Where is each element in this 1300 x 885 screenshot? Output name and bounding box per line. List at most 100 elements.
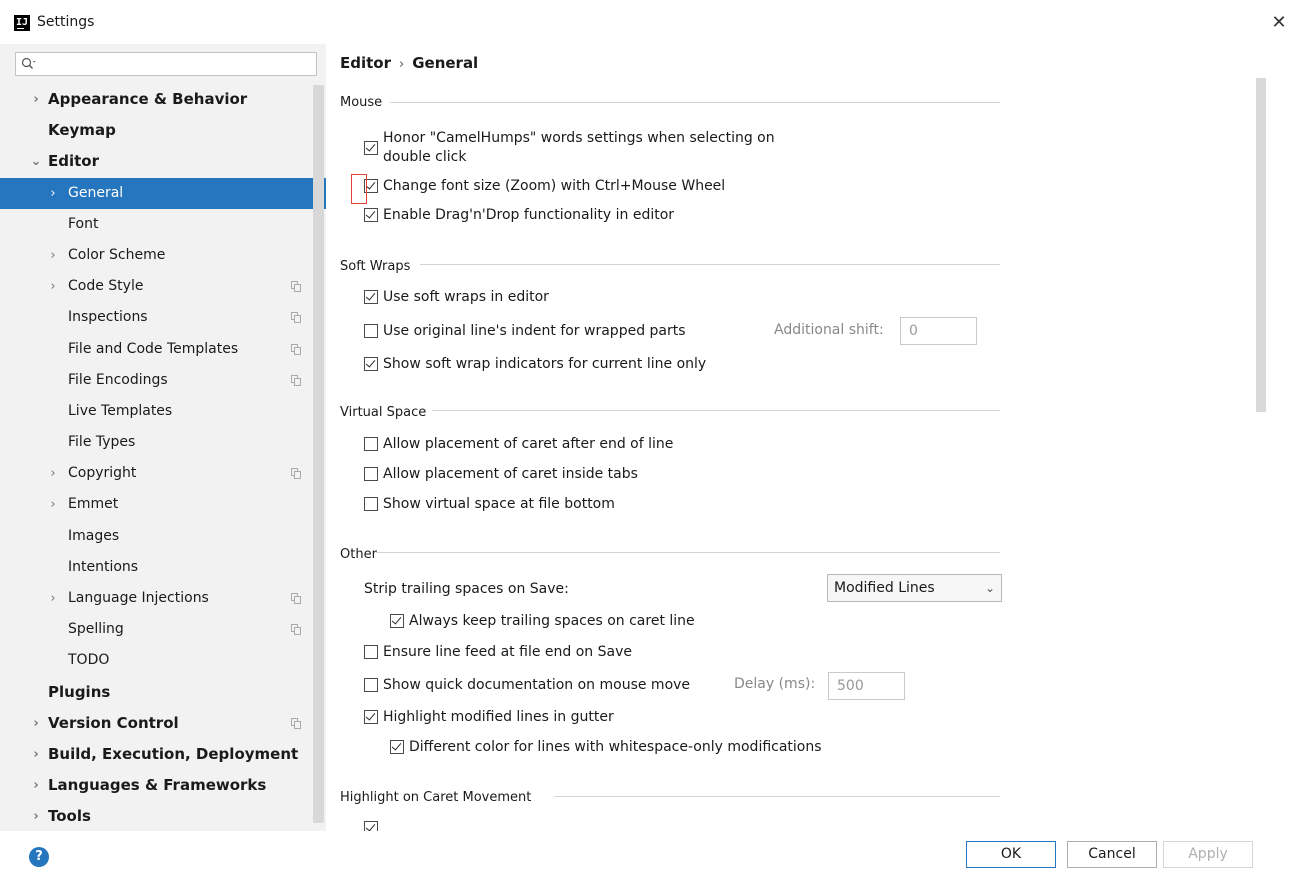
sidebar-item-language-injections[interactable]: › Language Injections bbox=[0, 583, 326, 614]
sidebar-item-label: Build, Execution, Deployment bbox=[48, 744, 299, 763]
sidebar-item-intentions[interactable]: Intentions bbox=[0, 552, 326, 583]
help-icon[interactable]: ? bbox=[29, 847, 49, 867]
sidebar-item-label: Font bbox=[68, 215, 99, 232]
sidebar-item-label: Keymap bbox=[48, 121, 116, 140]
caret-inside-tabs-label: Allow placement of caret inside tabs bbox=[383, 466, 638, 482]
caret-after-end-checkbox[interactable] bbox=[364, 437, 378, 451]
chevron-right-icon[interactable]: › bbox=[47, 489, 59, 520]
sidebar-item-label: Inspections bbox=[68, 309, 148, 326]
chevron-right-icon[interactable]: › bbox=[30, 770, 42, 801]
sidebar-item-label: Copyright bbox=[68, 465, 137, 482]
sidebar-item-version-control[interactable]: › Version Control bbox=[0, 708, 326, 739]
close-icon[interactable]: ✕ bbox=[1268, 12, 1290, 34]
sidebar-item-copyright[interactable]: › Copyright bbox=[0, 458, 326, 489]
chevron-right-icon[interactable]: › bbox=[47, 271, 59, 302]
drag-drop-checkbox[interactable] bbox=[364, 208, 378, 222]
ok-button[interactable]: OK bbox=[966, 841, 1056, 868]
chevron-right-icon[interactable]: › bbox=[30, 708, 42, 739]
additional-shift-label: Additional shift: bbox=[774, 322, 884, 338]
sidebar-item-editor[interactable]: ⌄ Editor bbox=[0, 146, 326, 177]
strip-trailing-label: Strip trailing spaces on Save: bbox=[364, 581, 569, 597]
drag-drop-label: Enable Drag'n'Drop functionality in edit… bbox=[383, 207, 675, 223]
chevron-right-icon[interactable]: › bbox=[47, 240, 59, 271]
sidebar-item-emmet[interactable]: › Emmet bbox=[0, 489, 326, 520]
sidebar-item-inspections[interactable]: Inspections bbox=[0, 302, 326, 333]
breadcrumb-parent[interactable]: Editor bbox=[340, 54, 391, 72]
soft-wrap-indicators-checkbox[interactable] bbox=[364, 357, 378, 371]
soft-wrap-indicators-label: Show soft wrap indicators for current li… bbox=[383, 356, 707, 372]
sidebar-item-label: File Encodings bbox=[68, 371, 168, 388]
window-title: Settings bbox=[37, 14, 95, 30]
sidebar-item-label: TODO bbox=[68, 652, 110, 669]
sidebar-scrollbar[interactable] bbox=[313, 85, 324, 823]
sidebar-item-appearance-behavior[interactable]: › Appearance & Behavior bbox=[0, 84, 326, 115]
delay-label: Delay (ms): bbox=[734, 676, 816, 692]
sidebar-item-label: Plugins bbox=[48, 682, 111, 701]
sidebar-item-label: Version Control bbox=[48, 713, 179, 732]
sidebar-item-general[interactable]: › General bbox=[0, 177, 326, 209]
sidebar-item-label: Code Style bbox=[68, 278, 144, 295]
section-title-soft-wraps: Soft Wraps bbox=[340, 259, 411, 274]
additional-shift-input[interactable]: 0 bbox=[900, 317, 977, 345]
line-feed-checkbox[interactable] bbox=[364, 645, 378, 659]
caret-inside-tabs-checkbox[interactable] bbox=[364, 467, 378, 481]
sidebar-item-live-templates[interactable]: Live Templates bbox=[0, 396, 326, 427]
sidebar-item-keymap[interactable]: Keymap bbox=[0, 115, 326, 146]
camel-humps-checkbox[interactable] bbox=[364, 141, 378, 155]
highlight-modified-checkbox[interactable] bbox=[364, 710, 378, 724]
strip-trailing-select[interactable]: Modified Lines ⌄ bbox=[827, 574, 1002, 602]
quick-doc-checkbox[interactable] bbox=[364, 678, 378, 692]
content-scrollbar[interactable] bbox=[1256, 78, 1266, 412]
chevron-down-icon: ⌄ bbox=[984, 581, 995, 595]
section-title-other: Other bbox=[340, 547, 377, 562]
delay-input[interactable]: 500 bbox=[828, 672, 905, 700]
sidebar-item-spelling[interactable]: Spelling bbox=[0, 614, 326, 645]
sidebar-item-color-scheme[interactable]: › Color Scheme bbox=[0, 240, 326, 271]
sidebar-item-tools[interactable]: › Tools bbox=[0, 801, 326, 831]
sidebar-item-file-types[interactable]: File Types bbox=[0, 427, 326, 458]
section-divider bbox=[376, 552, 1000, 553]
original-indent-checkbox[interactable] bbox=[364, 324, 378, 338]
sidebar-item-label: Images bbox=[68, 527, 120, 544]
sidebar-item-label: File and Code Templates bbox=[68, 340, 239, 357]
section-title-virtual-space: Virtual Space bbox=[340, 405, 427, 420]
chevron-down-icon[interactable]: ⌄ bbox=[30, 146, 42, 177]
project-scope-icon bbox=[291, 374, 301, 386]
different-color-checkbox[interactable] bbox=[390, 740, 404, 754]
caret-movement-checkbox[interactable] bbox=[364, 821, 378, 831]
section-divider bbox=[554, 796, 1000, 797]
chevron-right-icon[interactable]: › bbox=[30, 801, 42, 831]
sidebar-item-file-encodings[interactable]: File Encodings bbox=[0, 365, 326, 396]
sidebar-item-file-and-code-templates[interactable]: File and Code Templates bbox=[0, 334, 326, 365]
camel-humps-label: Honor "CamelHumps" words settings when s… bbox=[383, 130, 775, 146]
project-scope-icon bbox=[291, 593, 301, 604]
intellij-logo-icon: IJ bbox=[14, 15, 30, 31]
virtual-space-bottom-checkbox[interactable] bbox=[364, 497, 378, 511]
search-icon bbox=[21, 57, 36, 69]
breadcrumb-separator: › bbox=[399, 57, 405, 72]
sidebar-item-code-style[interactable]: › Code Style bbox=[0, 271, 326, 302]
chevron-right-icon[interactable]: › bbox=[30, 84, 42, 115]
sidebar-item-label: Tools bbox=[48, 807, 91, 826]
sidebar-item-todo[interactable]: TODO bbox=[0, 645, 326, 676]
use-soft-wraps-label: Use soft wraps in editor bbox=[383, 289, 549, 305]
cancel-button[interactable]: Cancel bbox=[1067, 841, 1157, 868]
sidebar-item-label: Languages & Frameworks bbox=[48, 776, 267, 795]
search-input[interactable] bbox=[15, 52, 317, 76]
breadcrumb: Editor › General bbox=[340, 54, 478, 72]
chevron-right-icon[interactable]: › bbox=[47, 583, 59, 614]
use-soft-wraps-checkbox[interactable] bbox=[364, 290, 378, 304]
sidebar-item-images[interactable]: Images bbox=[0, 521, 326, 552]
sidebar-item-font[interactable]: Font bbox=[0, 209, 326, 240]
project-scope-icon bbox=[291, 468, 301, 480]
section-title-mouse: Mouse bbox=[340, 95, 383, 110]
settings-content: Editor › General Mouse Honor "CamelHumps" … bbox=[326, 44, 1300, 831]
apply-button[interactable]: Apply bbox=[1163, 841, 1253, 868]
chevron-right-icon[interactable]: › bbox=[30, 739, 42, 770]
sidebar-item-languages-frameworks[interactable]: › Languages & Frameworks bbox=[0, 770, 326, 801]
keep-caret-spaces-checkbox[interactable] bbox=[390, 614, 404, 628]
chevron-right-icon[interactable]: › bbox=[47, 178, 59, 209]
sidebar-item-build-execution-deployment[interactable]: › Build, Execution, Deployment bbox=[0, 739, 326, 770]
sidebar-item-plugins[interactable]: Plugins bbox=[0, 677, 326, 708]
chevron-right-icon[interactable]: › bbox=[47, 458, 59, 489]
